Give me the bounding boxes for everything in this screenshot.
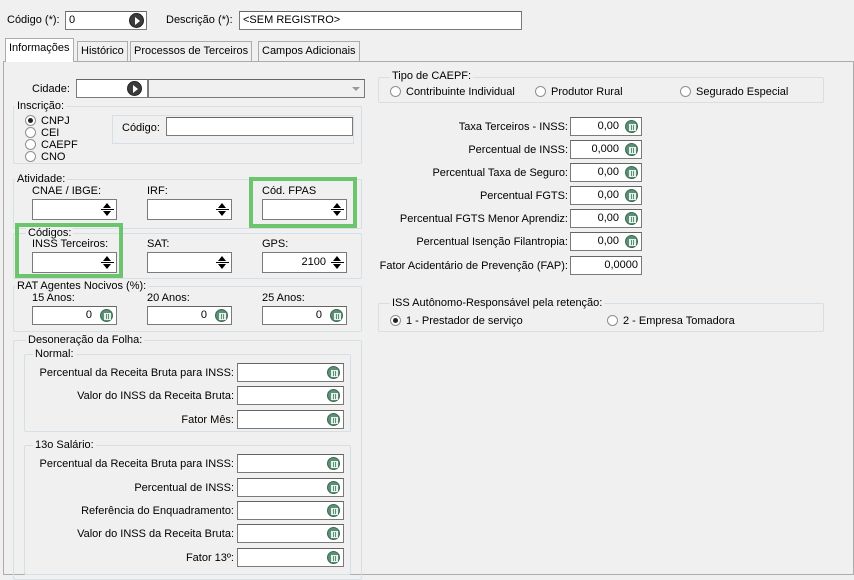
calculator-icon[interactable]: [327, 366, 340, 379]
calculator-icon[interactable]: [625, 235, 638, 248]
tab-historico[interactable]: Histórico: [77, 41, 128, 61]
tab-campos-adicionais[interactable]: Campos Adicionais: [258, 41, 360, 61]
fpas-highlight: [249, 177, 357, 228]
taxa-terceiros-label: Taxa Terceiros - INSS:: [458, 121, 568, 133]
radio-prestador-servico[interactable]: [390, 315, 401, 326]
radio-empresa-tomadora-label: 2 - Empresa Tomadora: [623, 315, 735, 327]
s13-referencia-label: Referência do Enquadramento:: [81, 505, 234, 517]
sat-label: SAT:: [147, 238, 170, 250]
gps-value: 2100: [301, 256, 326, 268]
fator-13-label: Fator 13º:: [185, 552, 234, 564]
percentual-inss-label: Percentual de INSS:: [468, 144, 568, 156]
chevron-down-icon: [352, 87, 360, 91]
gps-spinner[interactable]: 2100: [262, 252, 347, 273]
spinner-arrows-icon[interactable]: [100, 201, 115, 218]
inscricao-codigo-input[interactable]: [166, 117, 353, 136]
gps-label: GPS:: [262, 238, 289, 250]
radio-produtor-rural[interactable]: [535, 86, 546, 97]
radio-caepf[interactable]: [25, 139, 36, 150]
s13-percentual-receita-label: Percentual da Receita Bruta para INSS:: [39, 458, 234, 470]
radio-cno-label: CNO: [41, 151, 66, 163]
cidade-label: Cidade:: [32, 83, 70, 95]
tab-informacoes[interactable]: Informações: [5, 38, 74, 62]
rat-25-label: 25 Anos:: [262, 292, 305, 304]
calculator-icon[interactable]: [327, 481, 340, 494]
radio-cno[interactable]: [25, 151, 36, 162]
irf-label: IRF:: [147, 185, 168, 197]
descricao-input[interactable]: <SEM REGISTRO>: [239, 11, 522, 30]
radio-segurado-especial[interactable]: [680, 86, 691, 97]
radio-produtor-rural-label: Produtor Rural: [551, 86, 623, 98]
irf-spinner[interactable]: [147, 199, 232, 220]
spinner-arrows-icon[interactable]: [215, 254, 230, 271]
inscricao-title: Inscrição:: [15, 100, 67, 113]
calculator-icon[interactable]: [100, 309, 113, 322]
radio-contribuinte-individual-label: Contribuinte Individual: [406, 86, 515, 98]
sat-spinner[interactable]: [147, 252, 232, 273]
tab-panel: Cidade: Inscrição: CNPJ CEI CAEPF CNO Có…: [3, 61, 854, 580]
fgts-label: Percentual FGTS:: [479, 190, 568, 202]
radio-cnpj[interactable]: [25, 115, 36, 126]
descricao-label: Descrição (*):: [166, 14, 233, 26]
codigo-lookup-icon[interactable]: [129, 13, 144, 28]
calculator-icon[interactable]: [327, 527, 340, 540]
fator-mes-label: Fator Mês:: [181, 414, 234, 426]
isencao-filantropia-label: Percentual Isenção Filantropia:: [416, 236, 568, 248]
inscricao-codigo-label: Código:: [122, 122, 160, 134]
calculator-icon[interactable]: [625, 120, 638, 133]
cidade-lookup-icon[interactable]: [127, 81, 142, 96]
fap-label: Fator Acidentário de Prevenção (FAP):: [379, 260, 568, 272]
s13-percentual-inss-label: Percentual de INSS:: [134, 482, 234, 494]
calculator-icon[interactable]: [215, 309, 228, 322]
normal-valor-label: Valor do INSS da Receita Bruta:: [77, 390, 234, 402]
calculator-icon[interactable]: [625, 189, 638, 202]
fap-input[interactable]: 0,0000: [570, 256, 642, 275]
rat-15-label: 15 Anos:: [32, 292, 75, 304]
codigo-label: Código (*):: [7, 14, 60, 26]
calculator-icon[interactable]: [327, 551, 340, 564]
normal-title: Normal:: [33, 348, 76, 361]
radio-empresa-tomadora[interactable]: [607, 315, 618, 326]
radio-contribuinte-individual[interactable]: [390, 86, 401, 97]
calculator-icon[interactable]: [625, 166, 638, 179]
desoneracao-title: Desoneração da Folha:: [26, 334, 145, 347]
cnae-spinner[interactable]: [32, 199, 117, 220]
calculator-icon[interactable]: [327, 413, 340, 426]
spinner-arrows-icon[interactable]: [215, 201, 230, 218]
spinner-arrows-icon[interactable]: [330, 254, 345, 271]
inss-terceiros-highlight: [15, 223, 123, 278]
taxa-seguro-label: Percentual Taxa de Seguro:: [432, 167, 568, 179]
calculator-icon[interactable]: [327, 389, 340, 402]
normal-percentual-label: Percentual da Receita Bruta para INSS:: [39, 367, 234, 379]
calculator-icon[interactable]: [327, 457, 340, 470]
calculator-icon[interactable]: [330, 309, 343, 322]
tab-processos-terceiros[interactable]: Processos de Terceiros: [130, 41, 253, 61]
radio-prestador-servico-label: 1 - Prestador de serviço: [406, 315, 523, 327]
iss-title: ISS Autônomo-Responsável pela retenção:: [390, 297, 605, 310]
radio-segurado-especial-label: Segurado Especial: [696, 86, 789, 98]
rat-20-label: 20 Anos:: [147, 292, 190, 304]
radio-cei[interactable]: [25, 127, 36, 138]
calculator-icon[interactable]: [625, 143, 638, 156]
cidade-select[interactable]: [148, 79, 365, 98]
calculator-icon[interactable]: [625, 212, 638, 225]
s13-valor-label: Valor do INSS da Receita Bruta:: [77, 528, 234, 540]
s13-title: 13o Salário:: [33, 439, 96, 452]
caepf-title: Tipo de CAEPF:: [390, 70, 474, 83]
cnae-label: CNAE / IBGE:: [32, 185, 102, 197]
fgts-menor-aprendiz-label: Percentual FGTS Menor Aprendiz:: [399, 213, 568, 225]
calendar-icon[interactable]: [327, 504, 340, 517]
